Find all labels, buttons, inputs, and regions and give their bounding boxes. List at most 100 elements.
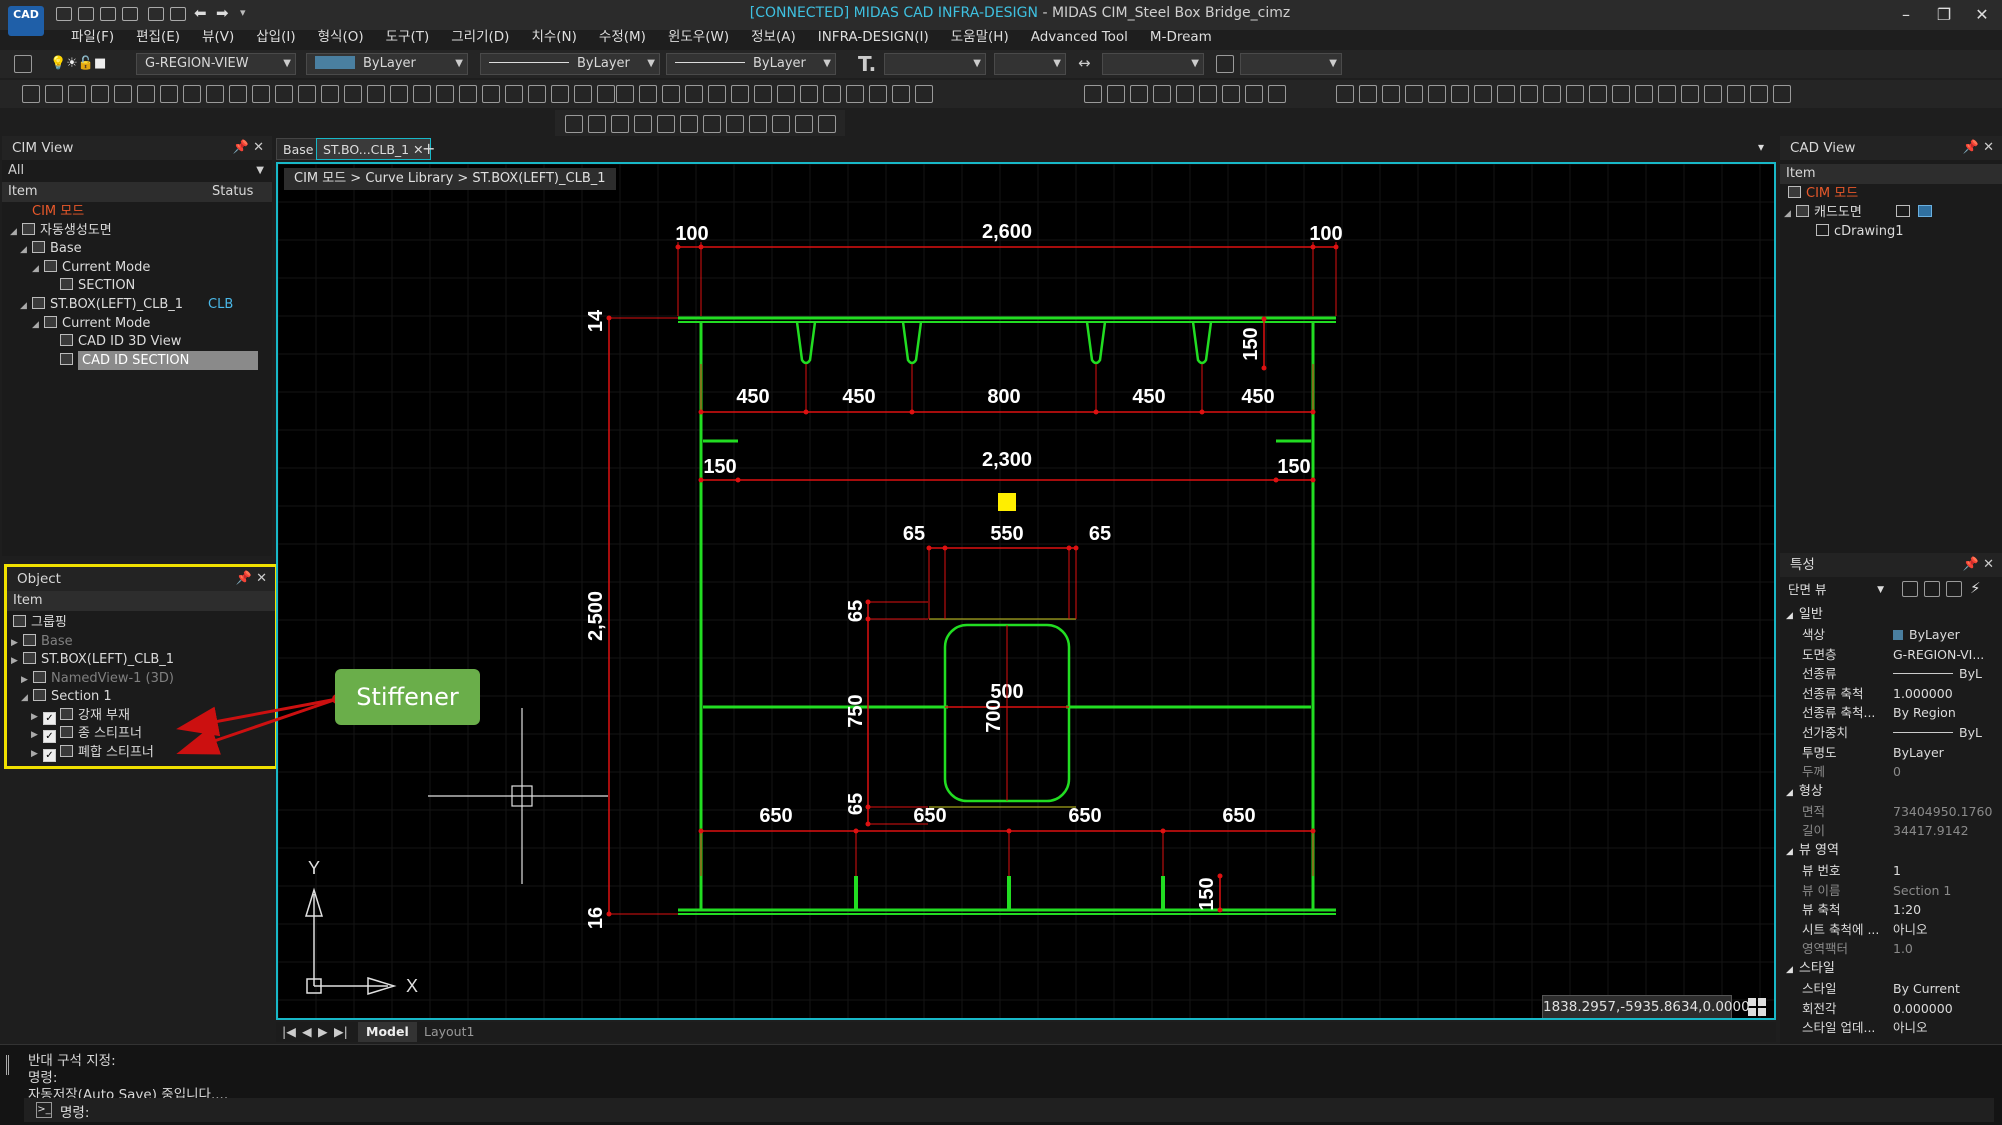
property-category[interactable]: ◢ 형상 [1780,782,2002,802]
restore-button[interactable]: ❐ [1926,2,1962,28]
multileader-style-combo[interactable]: ▼ [1240,53,1342,75]
tree-item[interactable]: ◢ Current Mode [32,258,150,277]
tool-icon[interactable] [505,85,523,103]
expand-arrow-icon[interactable]: ◢ [32,316,44,335]
tool-icon[interactable] [1566,85,1584,103]
object-tree-item[interactable]: ▶ ✓ 종 스티프너 [31,724,142,743]
tool-icon[interactable] [662,85,680,103]
menu-item[interactable]: 삽입(I) [245,27,306,47]
tool-icon[interactable] [1704,85,1722,103]
tool-icon[interactable] [45,85,63,103]
tool-icon[interactable] [1658,85,1676,103]
object-tree-item[interactable]: ▶ ✓ 폐합 스티프너 [31,743,154,762]
tool-icon[interactable] [114,85,132,103]
tree-item[interactable]: CAD ID 3D View [60,332,181,351]
object-tree-item[interactable]: 그룹핑 [13,613,67,632]
properties-selector[interactable]: 단면 뷰 ▼ [1784,580,1888,600]
plot-icon[interactable] [170,7,186,21]
undo-icon[interactable]: ⬅ [194,4,207,22]
text-height-combo[interactable]: ▼ [994,53,1066,75]
command-grip-icon[interactable] [6,1055,20,1075]
tree-item[interactable]: ◢ Current Mode [32,314,150,333]
tool-icon[interactable] [1589,85,1607,103]
print-icon[interactable] [148,7,164,21]
multileader-style-icon[interactable] [1216,55,1234,73]
tree-item-cdrawing1[interactable]: cDrawing1 [1816,222,1903,241]
property-row[interactable]: 시트 축척에 ... 아니오 [1780,920,2002,940]
tab-layout1[interactable]: Layout1 [416,1022,482,1042]
tool-icon[interactable] [1199,85,1217,103]
expand-arrow-icon[interactable]: ◢ [20,241,32,260]
menu-item[interactable]: INFRA-DESIGN(I) [807,27,940,47]
property-row[interactable]: 두께 0 [1780,762,2002,782]
layout-nav-first-icon[interactable]: |◀ [282,1022,296,1042]
tool-icon[interactable] [344,85,362,103]
menu-item[interactable]: M-Dream [1139,27,1223,47]
tool-icon[interactable] [91,85,109,103]
tool-icon[interactable] [1681,85,1699,103]
text-style-icon[interactable]: T. [858,52,876,76]
drawing-svg[interactable]: 100 2,600 100 14 150 450 450 800 450 450 150 2,300 1… [278,164,1776,1020]
tool-icon[interactable] [1750,85,1768,103]
property-row[interactable]: 회전각 0.000000 [1780,999,2002,1019]
tool-icon[interactable] [183,85,201,103]
tool-icon[interactable] [731,85,749,103]
tool-icon[interactable] [1130,85,1148,103]
snap-icon[interactable] [749,115,767,133]
dim-style-combo[interactable]: ▼ [1102,53,1204,75]
property-row[interactable]: 색상 ByLayer [1780,625,2002,645]
tool-icon[interactable] [68,85,86,103]
tool-icon[interactable] [1520,85,1538,103]
tool-icon[interactable] [846,85,864,103]
minimize-button[interactable]: – [1888,2,1924,28]
add-tab-icon[interactable]: + [422,138,435,160]
object-tree-item[interactable]: ▶ ST.BOX(LEFT)_CLB_1 [11,650,174,669]
tool-icon[interactable] [1336,85,1354,103]
property-row[interactable]: 선종류 ByL [1780,664,2002,684]
snap-icon[interactable] [703,115,721,133]
tool-icon[interactable] [639,85,657,103]
tool-icon[interactable] [275,85,293,103]
tool-icon[interactable] [482,85,500,103]
dim-style-icon[interactable]: ↔ [1078,54,1091,72]
snap-icon[interactable] [565,115,583,133]
menu-item[interactable]: 윈도우(W) [657,27,740,47]
property-category[interactable]: ◢ 뷰 영역 [1780,841,2002,861]
tool-icon[interactable] [823,85,841,103]
collapse-arrow-icon[interactable]: ◢ [1786,788,1793,798]
tab-st-box[interactable]: ST.BO...CLB_1 ✕ [316,138,431,160]
layer-combo[interactable]: G-REGION-VIEW ▼ [136,53,296,75]
save-as-icon[interactable] [122,7,138,21]
tool-icon[interactable] [1107,85,1125,103]
collapse-arrow-icon[interactable]: ◢ [1786,847,1793,857]
panel-pin-close-icons[interactable]: 📌 ✕ [236,567,267,591]
menu-item[interactable]: 뷰(V) [191,27,245,47]
tree-item-cad-drawing[interactable]: ◢ 캐드도면 [1784,203,1933,222]
collapse-arrow-icon[interactable]: ◢ [1786,965,1793,975]
menu-item[interactable]: 파일(F) [60,27,125,47]
visibility-checkbox[interactable]: ✓ [43,711,56,725]
menu-item[interactable]: 그리기(D) [440,27,520,47]
tree-item[interactable]: SECTION [60,276,135,295]
tool-icon[interactable] [1153,85,1171,103]
new-file-icon[interactable] [56,7,72,21]
tool-icon[interactable] [367,85,385,103]
view-active-icon[interactable] [1918,205,1933,217]
snap-icon[interactable] [680,115,698,133]
linetype-combo[interactable]: ByLayer ▼ [480,53,660,75]
menu-item[interactable]: Advanced Tool [1020,27,1139,47]
menu-item[interactable]: 정보(A) [740,27,807,47]
tool-icon[interactable] [1268,85,1286,103]
property-row[interactable]: 스타일 By Current [1780,979,2002,999]
snap-icon[interactable] [726,115,744,133]
expand-arrow-icon[interactable]: ◢ [32,260,44,279]
tool-icon[interactable] [1176,85,1194,103]
tool-icon[interactable] [1222,85,1240,103]
tree-item[interactable]: CIM 모드 [32,202,84,221]
snap-icon[interactable] [657,115,675,133]
color-combo[interactable]: ByLayer ▼ [306,53,468,75]
text-style-combo[interactable]: ▼ [884,53,986,75]
snap-icon[interactable] [634,115,652,133]
menu-item[interactable]: 편집(E) [125,27,191,47]
lineweight-combo[interactable]: ByLayer ▼ [666,53,836,75]
